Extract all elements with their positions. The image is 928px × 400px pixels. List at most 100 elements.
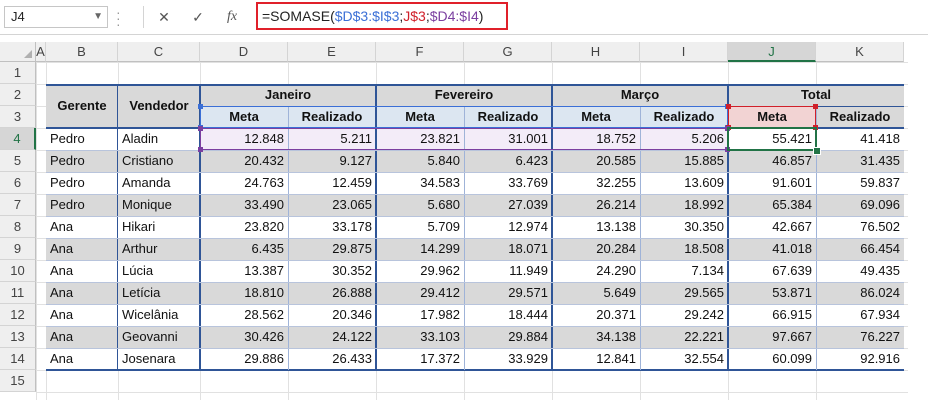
table-cell-number[interactable]: 9.127	[288, 150, 376, 172]
table-cell-number[interactable]: 12.974	[464, 216, 552, 238]
table-cell-number[interactable]: 22.221	[640, 326, 728, 348]
table-cell-number[interactable]: 29.884	[464, 326, 552, 348]
table-cell-number[interactable]: 46.857	[728, 150, 816, 172]
chevron-down-icon[interactable]: ▼	[93, 7, 103, 27]
table-cell-text[interactable]: Pedro	[46, 128, 118, 150]
row-header-15[interactable]: 15	[0, 370, 36, 392]
table-cell-number[interactable]: 13.387	[200, 260, 288, 282]
table-cell-number[interactable]: 29.875	[288, 238, 376, 260]
table-cell-number[interactable]: 13.609	[640, 172, 728, 194]
table-cell-number[interactable]: 18.810	[200, 282, 288, 304]
table-cell-number[interactable]: 67.934	[816, 304, 904, 326]
table-cell-text[interactable]: Ana	[46, 238, 118, 260]
table-cell-number[interactable]: 5.840	[376, 150, 464, 172]
table-cell-number[interactable]: 65.384	[728, 194, 816, 216]
table-cell-text[interactable]: Ana	[46, 304, 118, 326]
table-cell-number[interactable]: 33.178	[288, 216, 376, 238]
table-cell-number[interactable]: 30.426	[200, 326, 288, 348]
table-cell-number[interactable]: 26.214	[552, 194, 640, 216]
table-cell-number[interactable]: 76.227	[816, 326, 904, 348]
table-cell-number[interactable]: 18.992	[640, 194, 728, 216]
row-header-7[interactable]: 7	[0, 194, 36, 216]
table-cell-number[interactable]: 66.915	[728, 304, 816, 326]
table-cell-number[interactable]: 97.667	[728, 326, 816, 348]
table-cell-text[interactable]: Ana	[46, 282, 118, 304]
range-handle[interactable]	[198, 147, 203, 152]
table-cell-text[interactable]: Cristiano	[118, 150, 200, 172]
table-cell-number[interactable]: 18.071	[464, 238, 552, 260]
table-cell-number[interactable]: 33.769	[464, 172, 552, 194]
table-cell-number[interactable]: 29.962	[376, 260, 464, 282]
table-cell-number[interactable]: 30.350	[640, 216, 728, 238]
table-cell-number[interactable]: 5.680	[376, 194, 464, 216]
row-header-2[interactable]: 2	[0, 84, 36, 106]
table-cell-number[interactable]: 30.352	[288, 260, 376, 282]
table-cell-number[interactable]: 12.841	[552, 348, 640, 370]
table-cell-number[interactable]: 20.371	[552, 304, 640, 326]
table-cell-number[interactable]: 92.916	[816, 348, 904, 370]
row-header-13[interactable]: 13	[0, 326, 36, 348]
table-cell-number[interactable]: 20.432	[200, 150, 288, 172]
table-cell-number[interactable]: 26.433	[288, 348, 376, 370]
column-header-d[interactable]: D	[200, 42, 288, 62]
row-header-8[interactable]: 8	[0, 216, 36, 238]
table-cell-text[interactable]: Ana	[46, 348, 118, 370]
cancel-icon[interactable]: ✕	[150, 6, 178, 28]
name-box[interactable]: J4 ▼	[4, 6, 108, 28]
table-cell-text[interactable]: Aladin	[118, 128, 200, 150]
table-cell-number[interactable]: 31.435	[816, 150, 904, 172]
range-handle[interactable]	[726, 104, 731, 109]
table-cell-number[interactable]: 11.949	[464, 260, 552, 282]
table-cell-number[interactable]: 66.454	[816, 238, 904, 260]
table-cell-number[interactable]: 14.299	[376, 238, 464, 260]
range-handle[interactable]	[198, 126, 203, 131]
table-cell-number[interactable]: 86.024	[816, 282, 904, 304]
column-header-k[interactable]: K	[816, 42, 904, 62]
table-cell-text[interactable]: Pedro	[46, 150, 118, 172]
table-cell-text[interactable]: Ana	[46, 216, 118, 238]
table-cell-number[interactable]: 69.096	[816, 194, 904, 216]
table-cell-number[interactable]: 28.562	[200, 304, 288, 326]
column-header-e[interactable]: E	[288, 42, 376, 62]
table-cell-text[interactable]: Josenara	[118, 348, 200, 370]
row-header-5[interactable]: 5	[0, 150, 36, 172]
table-cell-number[interactable]: 20.284	[552, 238, 640, 260]
table-cell-number[interactable]: 91.601	[728, 172, 816, 194]
table-cell-number[interactable]: 60.099	[728, 348, 816, 370]
table-cell-number[interactable]: 33.490	[200, 194, 288, 216]
table-cell-number[interactable]: 23.820	[200, 216, 288, 238]
row-header-3[interactable]: 3	[0, 106, 36, 128]
table-cell-number[interactable]: 33.103	[376, 326, 464, 348]
table-cell-text[interactable]: Ana	[46, 260, 118, 282]
table-cell-number[interactable]: 26.888	[288, 282, 376, 304]
table-cell-number[interactable]: 59.837	[816, 172, 904, 194]
table-cell-number[interactable]: 32.255	[552, 172, 640, 194]
range-handle[interactable]	[198, 104, 203, 109]
row-header-1[interactable]: 1	[0, 62, 36, 84]
table-cell-number[interactable]: 23.065	[288, 194, 376, 216]
drag-handle-icon[interactable]: · · ·	[116, 5, 121, 31]
table-cell-text[interactable]: Letícia	[118, 282, 200, 304]
table-cell-number[interactable]: 29.412	[376, 282, 464, 304]
enter-icon[interactable]: ✓	[184, 6, 212, 28]
column-header-j[interactable]: J	[728, 42, 816, 62]
table-cell-number[interactable]: 6.423	[464, 150, 552, 172]
table-cell-number[interactable]: 53.871	[728, 282, 816, 304]
row-header-14[interactable]: 14	[0, 348, 36, 370]
table-cell-number[interactable]: 76.502	[816, 216, 904, 238]
table-cell-text[interactable]: Pedro	[46, 172, 118, 194]
select-all-button[interactable]	[0, 42, 36, 62]
table-cell-number[interactable]: 27.039	[464, 194, 552, 216]
table-cell-text[interactable]: Ana	[46, 326, 118, 348]
column-header-h[interactable]: H	[552, 42, 640, 62]
table-cell-number[interactable]: 29.886	[200, 348, 288, 370]
table-cell-text[interactable]: Wicelânia	[118, 304, 200, 326]
table-cell-number[interactable]: 5.649	[552, 282, 640, 304]
table-cell-number[interactable]: 32.554	[640, 348, 728, 370]
table-cell-text[interactable]: Monique	[118, 194, 200, 216]
table-cell-number[interactable]: 67.639	[728, 260, 816, 282]
column-header-f[interactable]: F	[376, 42, 464, 62]
table-cell-number[interactable]: 12.459	[288, 172, 376, 194]
table-cell-number[interactable]: 41.018	[728, 238, 816, 260]
fill-handle[interactable]	[813, 147, 821, 155]
